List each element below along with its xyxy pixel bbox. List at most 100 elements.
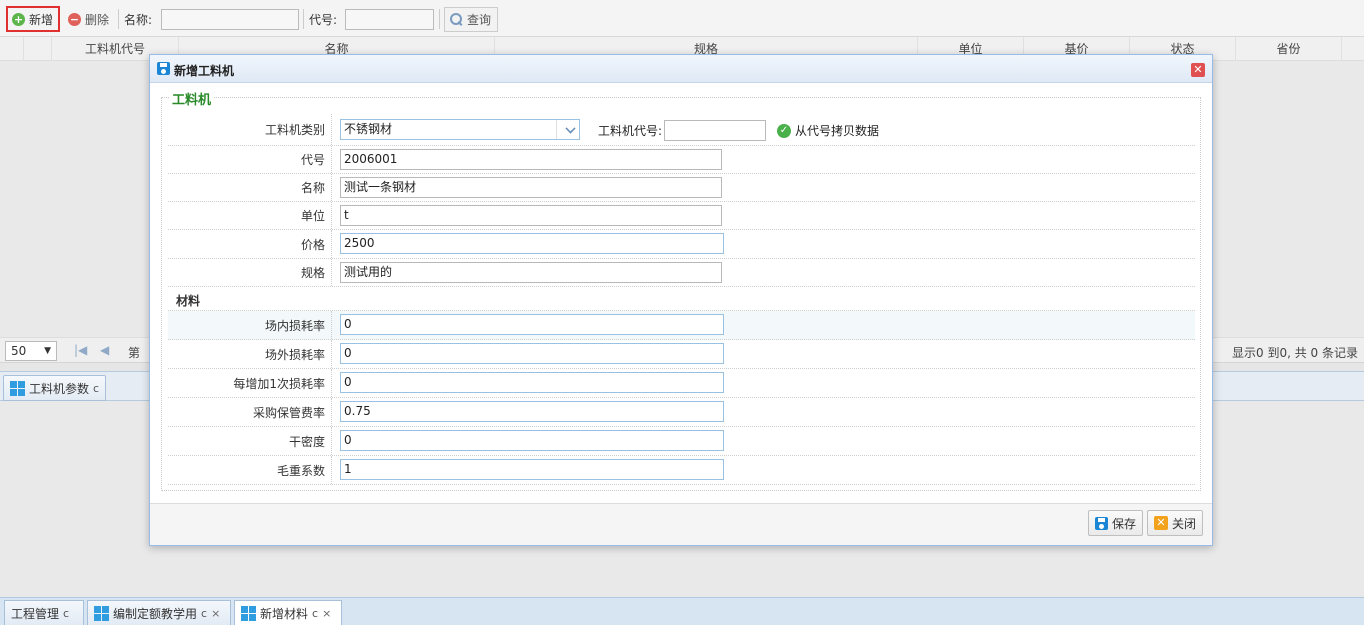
purchase-fee-label: 采购保管费率 — [168, 398, 332, 426]
code-filter-label: 代号: — [309, 13, 338, 27]
save-icon — [1095, 516, 1108, 530]
save-icon — [157, 62, 170, 75]
close-icon[interactable]: × — [211, 607, 220, 620]
code-input[interactable]: 2006001 — [340, 149, 722, 170]
copy-from-code-button[interactable]: ✓ 从代号拷贝数据 — [777, 122, 879, 139]
row-number-header — [0, 37, 24, 61]
tab-label: 新增材料 — [260, 606, 309, 621]
save-button-label: 保存 — [1112, 516, 1137, 531]
dialog-title: 新增工料机 — [174, 64, 235, 78]
toolbar-divider — [439, 9, 440, 29]
delete-button[interactable]: − 删除 — [64, 6, 116, 32]
window-icon — [241, 605, 256, 621]
spec-label: 规格 — [168, 259, 332, 286]
per-add-loss-input[interactable]: 0 — [340, 372, 724, 393]
close-icon[interactable]: × — [322, 607, 331, 620]
search-icon — [450, 13, 463, 26]
name-input[interactable]: 测试一条钢材 — [340, 177, 722, 198]
category-select[interactable]: 不锈钢材 — [340, 119, 580, 140]
name-label: 名称 — [168, 174, 332, 201]
tab-label: 编制定额教学用 — [113, 606, 198, 621]
form-row-spec: 规格 测试用的 — [168, 259, 1195, 287]
tab-quota-teaching[interactable]: 编制定额教学用 c × — [87, 600, 231, 625]
tab-project-management[interactable]: 工程管理 c — [4, 600, 84, 625]
pager-summary: 显示0 到0, 共 0 条记录 — [1232, 346, 1358, 360]
checkbox-header[interactable] — [24, 37, 52, 61]
tab-label: 工料机参数 — [29, 381, 90, 396]
toolbar-divider — [303, 9, 304, 29]
chevron-down-icon — [565, 123, 576, 134]
refresh-icon[interactable]: c — [93, 382, 99, 395]
outside-loss-input[interactable]: 0 — [340, 343, 724, 364]
toolbar: + 新增 − 删除 名称: 代号: 查询 — [0, 0, 1364, 37]
query-button-label: 查询 — [467, 13, 492, 27]
price-label: 价格 — [168, 230, 332, 258]
name-filter-label: 名称: — [124, 13, 153, 27]
form-row-per-add-loss: 每增加1次损耗率 0 — [168, 369, 1195, 398]
add-button[interactable]: + 新增 — [6, 6, 60, 32]
code-filter-input[interactable] — [345, 9, 434, 30]
form-row-name: 名称 测试一条钢材 — [168, 174, 1195, 202]
form-row-gross-weight: 毛重系数 1 — [168, 456, 1195, 485]
caret-down-icon: ▼ — [44, 346, 51, 356]
dialog-titlebar[interactable]: 新增工料机 ✕ — [150, 55, 1212, 83]
add-button-label: 新增 — [29, 12, 54, 27]
form-row-unit: 单位 t — [168, 202, 1195, 230]
outside-loss-label: 场外损耗率 — [168, 340, 332, 368]
check-circle-icon: ✓ — [777, 123, 791, 138]
tab-new-material[interactable]: 新增材料 c × — [234, 600, 342, 625]
gross-weight-label: 毛重系数 — [168, 456, 332, 484]
select-divider — [556, 120, 557, 139]
form-row-outside-loss: 场外损耗率 0 — [168, 340, 1195, 369]
form-row-code: 代号 2006001 — [168, 146, 1195, 174]
dry-density-label: 干密度 — [168, 427, 332, 455]
dry-density-input[interactable]: 0 — [340, 430, 724, 451]
inside-loss-label: 场内损耗率 — [168, 311, 332, 339]
window-icon — [10, 380, 25, 396]
page-size-select[interactable]: 50 ▼ — [5, 341, 57, 361]
first-page-icon[interactable]: |◀ — [74, 343, 87, 357]
code-label: 代号 — [168, 146, 332, 173]
price-input[interactable]: 2500 — [340, 233, 724, 254]
tab-label: 工程管理 — [11, 606, 60, 621]
form-row-dry-density: 干密度 0 — [168, 427, 1195, 456]
form-row-category: 工料机类别 不锈钢材 工料机代号: ✓ 从代号拷贝数据 — [168, 114, 1195, 146]
machine-code-label: 工料机代号: — [598, 124, 663, 138]
fieldset-legend: 工料机 — [169, 89, 215, 108]
refresh-icon[interactable]: c — [201, 607, 207, 620]
prev-page-icon[interactable]: ◀ — [100, 343, 109, 357]
per-add-loss-label: 每增加1次损耗率 — [168, 369, 332, 397]
new-machine-dialog: 新增工料机 ✕ 工料机 工料机类别 不锈钢材 工料机代号: ✓ 从代号拷贝数据 … — [149, 54, 1213, 546]
tab-machine-params[interactable]: 工料机参数 c — [3, 375, 107, 401]
refresh-icon[interactable]: c — [63, 607, 69, 620]
window-icon — [94, 605, 109, 621]
section-title-material: 材料 — [176, 294, 201, 308]
category-label: 工料机类别 — [168, 114, 332, 145]
name-filter-input[interactable] — [161, 9, 299, 30]
machine-code-input[interactable] — [664, 120, 766, 141]
bottom-tab-bar: 工程管理 c 编制定额教学用 c × 新增材料 c × — [0, 597, 1364, 625]
refresh-icon[interactable]: c — [312, 607, 318, 620]
purchase-fee-input[interactable]: 0.75 — [340, 401, 724, 422]
category-value: 不锈钢材 — [344, 122, 393, 136]
copy-from-code-label: 从代号拷贝数据 — [795, 124, 880, 138]
form-row-purchase-fee: 采购保管费率 0.75 — [168, 398, 1195, 427]
unit-input[interactable]: t — [340, 205, 722, 226]
form-row-inside-loss: 场内损耗率 0 — [168, 311, 1195, 340]
inside-loss-input[interactable]: 0 — [340, 314, 724, 335]
form-row-price: 价格 2500 — [168, 230, 1195, 259]
gross-weight-input[interactable]: 1 — [340, 459, 724, 480]
column-header[interactable]: 省份 — [1236, 37, 1342, 61]
page-size-value: 50 — [11, 344, 27, 358]
dialog-footer: 保存 ✕ 关闭 — [150, 503, 1212, 545]
spec-input[interactable]: 测试用的 — [340, 262, 722, 283]
close-button[interactable]: ✕ 关闭 — [1147, 510, 1204, 536]
toolbar-divider — [118, 9, 119, 29]
close-icon[interactable]: ✕ — [1191, 63, 1205, 77]
unit-label: 单位 — [168, 202, 332, 229]
close-button-label: 关闭 — [1172, 516, 1197, 531]
close-icon: ✕ — [1154, 516, 1168, 530]
page-prefix: 第 — [128, 346, 141, 360]
save-button[interactable]: 保存 — [1088, 510, 1144, 536]
query-button[interactable]: 查询 — [444, 7, 498, 32]
